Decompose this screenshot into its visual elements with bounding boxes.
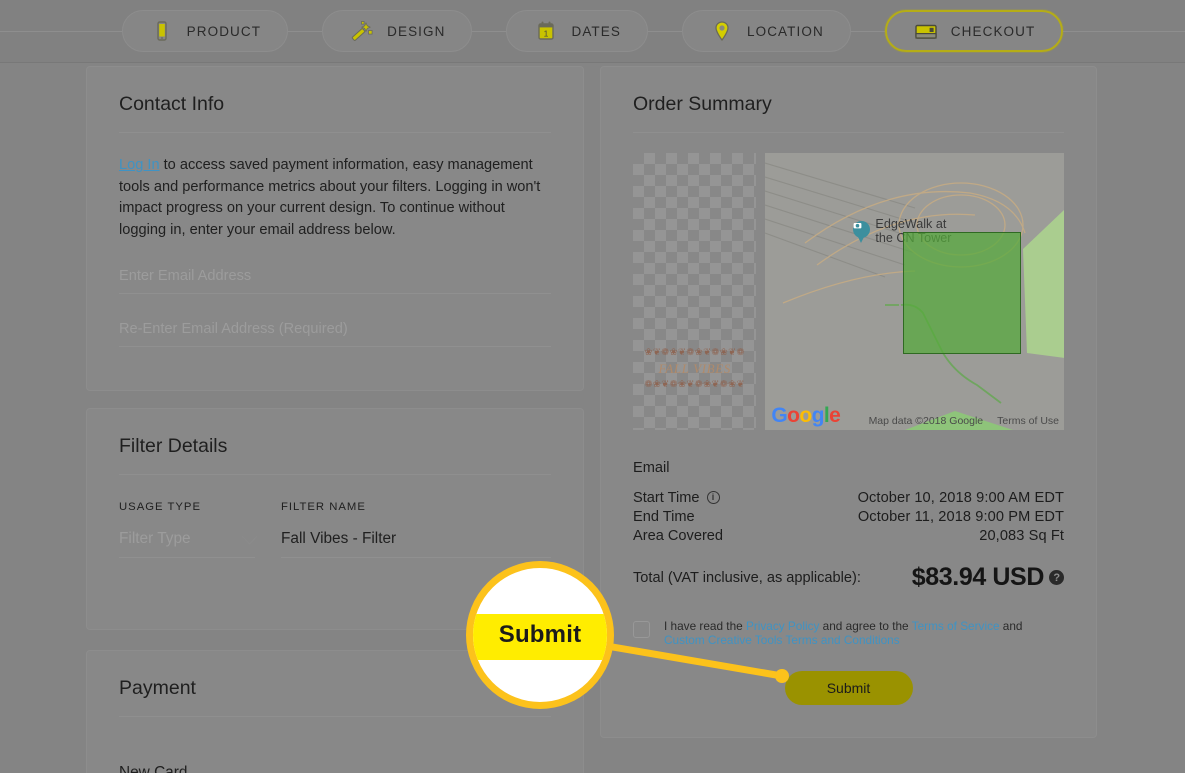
calendar-icon: 1: [533, 19, 559, 43]
step-connector: [288, 30, 323, 32]
filter-name-column: FILTER NAME Fall Vibes - Filter: [281, 501, 551, 558]
log-in-link[interactable]: Log In: [119, 157, 160, 173]
filter-name-value[interactable]: Fall Vibes - Filter: [281, 530, 551, 558]
step-checkout-label: CHECKOUT: [950, 23, 1036, 39]
google-logo: Google: [771, 404, 841, 427]
map-coverage-area: [903, 232, 1022, 354]
preview-row: ❀❦❁❀❦❁❀❦❁❀❦❁ FALL VIBES ❁❀❦❁❀❦❁❀❦❁❀❦ Edg…: [633, 153, 1064, 430]
privacy-policy-link[interactable]: Privacy Policy: [746, 619, 819, 633]
map-terms-of-use-link[interactable]: Terms of Use: [997, 415, 1059, 427]
step-design[interactable]: DESIGN: [322, 10, 473, 52]
summary-row-start-time: Start Time i October 10, 2018 9:00 AM ED…: [633, 488, 1064, 507]
step-product[interactable]: PRODUCT: [121, 10, 289, 52]
phone-icon: [149, 19, 175, 43]
filter-name-label: FILTER NAME: [281, 501, 366, 513]
summary-value-area-covered: 20,083 Sq Ft: [979, 527, 1064, 544]
leaves-bottom: ❁❀❦❁❀❦❁❀❦❁❀❦: [644, 379, 745, 390]
payment-method-select[interactable]: New Card: [119, 762, 554, 773]
leaves-top: ❀❦❁❀❦❁❀❦❁❀❦❁: [644, 347, 745, 358]
contact-info-description: Log In to access saved payment informati…: [119, 155, 551, 241]
summary-value-end-time: October 11, 2018 9:00 PM EDT: [857, 508, 1064, 525]
summary-label-area-covered: Area Covered: [633, 527, 724, 544]
map-attribution: Map data ©2018 Google: [868, 415, 984, 427]
summary-row-end-time: End Time October 11, 2018 9:00 PM EDT: [633, 507, 1064, 526]
email-input[interactable]: [119, 268, 551, 294]
terms-checkbox[interactable]: [633, 621, 650, 638]
summary-label-end-time: End Time: [633, 508, 695, 525]
checkout-step-bar: PRODUCT DESIGN 1 DATES LOCATION CHECKOUT: [0, 0, 1185, 63]
chevron-down-icon: [241, 528, 258, 544]
step-connector: [0, 30, 122, 32]
contact-info-text: to access saved payment information, eas…: [119, 157, 541, 238]
map-preview[interactable]: EdgeWalk at the CN Tower Google Map data…: [765, 153, 1064, 430]
terms-text: I have read the Privacy Policy and agree…: [664, 619, 1023, 647]
reemail-field-wrap: [119, 320, 551, 347]
dimmed-page: PRODUCT DESIGN 1 DATES LOCATION CHECKOUT…: [0, 0, 1185, 773]
total-amount: $83.94 USD: [911, 563, 1045, 591]
summary-rows: Email Start Time i October 10, 2018 9:00…: [633, 458, 1064, 545]
total-row: Total (VAT inclusive, as applicable): $8…: [633, 563, 1064, 592]
reenter-email-input[interactable]: [119, 321, 551, 347]
help-icon[interactable]: ?: [1049, 570, 1064, 585]
order-summary-card: Order Summary ❀❦❁❀❦❁❀❦❁❀❦❁ FALL VIBES ❁❀…: [600, 66, 1097, 738]
payment-method-value: New Card: [119, 764, 188, 773]
info-icon[interactable]: i: [706, 491, 720, 504]
step-checkout[interactable]: CHECKOUT: [884, 10, 1064, 52]
contact-info-title: Contact Info: [119, 93, 225, 115]
step-list: PRODUCT DESIGN 1 DATES LOCATION CHECKOUT: [0, 10, 1185, 52]
step-location[interactable]: LOCATION: [681, 10, 851, 52]
summary-label-start-time: Start Time i: [633, 490, 720, 506]
filter-details-title: Filter Details: [119, 435, 228, 457]
email-field-wrap: [119, 267, 551, 294]
order-summary-title: Order Summary: [633, 93, 772, 115]
step-design-label: DESIGN: [387, 23, 446, 39]
total-label: Total (VAT inclusive, as applicable):: [633, 569, 861, 586]
order-summary-body: ❀❦❁❀❦❁❀❦❁❀❦❁ FALL VIBES ❁❀❦❁❀❦❁❀❦❁❀❦ Edg…: [601, 133, 1096, 705]
step-connector: [472, 30, 507, 32]
filter-details-body: USAGE TYPE Filter Type FILTER NAME Fall …: [87, 475, 583, 558]
contact-info-body: Log In to access saved payment informati…: [87, 133, 583, 347]
step-product-label: PRODUCT: [186, 23, 262, 39]
step-dates-label: DATES: [571, 23, 621, 39]
filter-preview: ❀❦❁❀❦❁❀❦❁❀❦❁ FALL VIBES ❁❀❦❁❀❦❁❀❦❁❀❦: [633, 153, 757, 430]
total-value-wrap: $83.94 USD ?: [912, 563, 1064, 592]
step-connector: [647, 30, 682, 32]
submit-row: Submit: [633, 671, 1064, 705]
summary-row-area-covered: Area Covered 20,083 Sq Ft: [633, 526, 1064, 545]
filter-overlay-text: FALL VIBES: [658, 361, 731, 376]
credit-card-icon: [913, 19, 939, 43]
usage-type-label: USAGE TYPE: [119, 501, 201, 513]
step-dates[interactable]: 1 DATES: [506, 10, 648, 52]
magic-wand-icon: [349, 19, 375, 43]
magnifier-callout: Submit: [466, 561, 614, 709]
step-connector: [850, 30, 885, 32]
map-pin-icon: [709, 19, 735, 43]
magnifier-label: Submit: [498, 621, 582, 648]
submit-button[interactable]: Submit: [784, 671, 913, 705]
summary-row-email: Email: [633, 458, 1064, 477]
terms-row: I have read the Privacy Policy and agree…: [633, 619, 1064, 647]
filter-artwork: ❀❦❁❀❦❁❀❦❁❀❦❁ FALL VIBES ❁❀❦❁❀❦❁❀❦❁❀❦: [633, 347, 756, 391]
custom-terms-link[interactable]: Custom Creative Tools Terms and Conditio…: [664, 633, 900, 647]
step-location-label: LOCATION: [746, 23, 824, 39]
usage-type-select[interactable]: Filter Type: [119, 528, 258, 558]
step-connector: [1063, 30, 1185, 32]
svg-text:1: 1: [544, 29, 549, 39]
contact-info-card: Contact Info Log In to access saved paym…: [86, 66, 584, 391]
terms-of-service-link[interactable]: Terms of Service: [912, 619, 1000, 633]
map-credits: Map data ©2018 Google Terms of Use: [869, 415, 1059, 427]
payment-body: New Card: [87, 717, 583, 773]
summary-value-start-time: October 10, 2018 9:00 AM EDT: [857, 489, 1064, 506]
usage-type-column: USAGE TYPE Filter Type: [119, 501, 258, 558]
usage-type-value: Filter Type: [119, 530, 191, 547]
summary-label-email: Email: [633, 459, 670, 476]
chevron-down-icon: [537, 762, 554, 773]
